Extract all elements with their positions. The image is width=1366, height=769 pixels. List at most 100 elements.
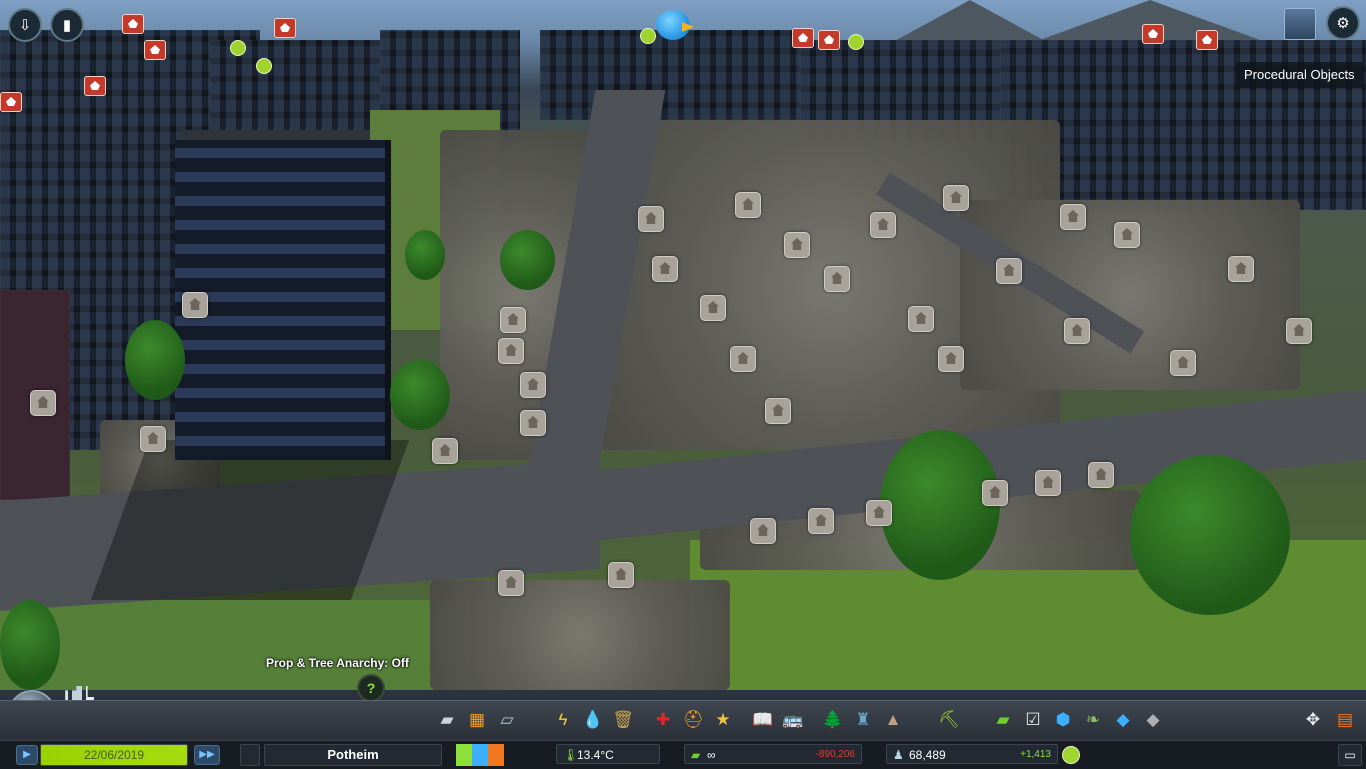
abandoned-building-icon[interactable] bbox=[608, 562, 634, 588]
abandoned-building-icon[interactable] bbox=[1228, 256, 1254, 282]
abandoned-building-icon[interactable] bbox=[432, 438, 458, 464]
tooltip: Procedural Objects bbox=[1236, 62, 1363, 88]
abandoned-building-icon[interactable] bbox=[870, 212, 896, 238]
fullscreen-icon[interactable]: ▭ bbox=[1338, 744, 1362, 766]
abandoned-building-icon[interactable] bbox=[730, 346, 756, 372]
abandoned-building-icon[interactable] bbox=[996, 258, 1022, 284]
landscaping-icon[interactable]: ⛏ bbox=[938, 709, 960, 731]
game-date: 22/06/2019 bbox=[40, 744, 188, 766]
alert-icon[interactable] bbox=[84, 76, 106, 96]
abandoned-building-icon[interactable] bbox=[520, 372, 546, 398]
abandoned-building-icon[interactable] bbox=[498, 338, 524, 364]
gear-icon[interactable]: ⚙ bbox=[1326, 6, 1360, 40]
abandoned-building-icon[interactable] bbox=[908, 306, 934, 332]
abandoned-building-icon[interactable] bbox=[982, 480, 1008, 506]
education-icon[interactable]: 📖 bbox=[752, 709, 774, 731]
chirper-bird-icon[interactable] bbox=[652, 6, 698, 44]
district-icon[interactable]: ▱ bbox=[496, 709, 518, 731]
tree bbox=[390, 360, 450, 430]
abandoned-building-icon[interactable] bbox=[700, 295, 726, 321]
abandoned-building-icon[interactable] bbox=[1170, 350, 1196, 376]
abandoned-building-icon[interactable] bbox=[784, 232, 810, 258]
status-bar: ▶ 22/06/2019 ▶▶ Potheim 🌡 13.4°C ▰ ∞ -89… bbox=[0, 740, 1366, 769]
abandoned-building-icon[interactable] bbox=[638, 206, 664, 232]
alert-icon[interactable] bbox=[1196, 30, 1218, 50]
abandoned-building-icon[interactable] bbox=[943, 185, 969, 211]
alert-icon[interactable] bbox=[274, 18, 296, 38]
abandoned-building-icon[interactable] bbox=[1114, 222, 1140, 248]
citizen-icon: ♟ bbox=[893, 748, 904, 762]
happy-face-icon[interactable] bbox=[1062, 746, 1080, 764]
abandoned-building-icon[interactable] bbox=[765, 398, 791, 424]
electricity-icon[interactable]: ϟ bbox=[552, 709, 574, 731]
abandoned-building-icon[interactable] bbox=[30, 390, 56, 416]
abandoned-building-icon[interactable] bbox=[500, 307, 526, 333]
tree bbox=[500, 230, 555, 290]
download-arrow-icon[interactable]: ⇩ bbox=[8, 8, 42, 42]
alert-icon[interactable] bbox=[144, 40, 166, 60]
abandoned-building-icon[interactable] bbox=[824, 266, 850, 292]
abandoned-building-icon[interactable] bbox=[652, 256, 678, 282]
speed-button[interactable]: ▶▶ bbox=[194, 745, 220, 765]
city-toggle-icon[interactable] bbox=[240, 744, 260, 766]
abandoned-building-icon[interactable] bbox=[1286, 318, 1312, 344]
public-transport-icon[interactable]: 🚌 bbox=[782, 709, 804, 731]
abandoned-building-icon[interactable] bbox=[1035, 470, 1061, 496]
city-name[interactable]: Potheim bbox=[264, 744, 442, 766]
info-bar-demand-industrial[interactable] bbox=[488, 744, 504, 766]
population-display[interactable]: ♟ 68,489 +1,413 bbox=[886, 744, 1058, 764]
tree bbox=[125, 320, 185, 400]
water-icon[interactable]: 💧 bbox=[582, 709, 604, 731]
terrain-icon[interactable]: ◆ bbox=[1142, 709, 1164, 731]
park-grass bbox=[0, 600, 470, 690]
money-icon: ▰ bbox=[691, 748, 701, 762]
happy-citizen-icon[interactable] bbox=[848, 34, 864, 50]
healthcare-icon[interactable]: ✚ bbox=[652, 709, 674, 731]
abandoned-building-icon[interactable] bbox=[498, 570, 524, 596]
info-bar-demand-commercial[interactable] bbox=[472, 744, 488, 766]
abandoned-building-icon[interactable] bbox=[182, 292, 208, 318]
abandoned-building-icon[interactable] bbox=[750, 518, 776, 544]
monuments-icon[interactable]: ▲ bbox=[882, 709, 904, 731]
garbage-icon[interactable]: 🗑 bbox=[612, 709, 634, 731]
decoration-icon[interactable]: ❧ bbox=[1082, 709, 1104, 731]
fire-department-icon[interactable]: ⛑ bbox=[682, 709, 704, 731]
move-it-icon[interactable]: ✥ bbox=[1302, 709, 1324, 731]
alert-icon[interactable] bbox=[818, 30, 840, 50]
police-icon[interactable]: ★ bbox=[712, 709, 734, 731]
policies-icon[interactable]: ☑ bbox=[1022, 709, 1044, 731]
unique-buildings-icon[interactable]: ♜ bbox=[852, 709, 874, 731]
population-change: +1,413 bbox=[1020, 749, 1051, 760]
building-toggle-icon[interactable]: ▮ bbox=[50, 8, 84, 42]
alert-icon[interactable] bbox=[792, 28, 814, 48]
money-change: -890,206 bbox=[815, 749, 855, 760]
alert-icon[interactable] bbox=[0, 92, 22, 112]
abandoned-building-icon[interactable] bbox=[938, 346, 964, 372]
abandoned-building-icon[interactable] bbox=[140, 426, 166, 452]
anarchy-help-button[interactable]: ? bbox=[357, 674, 385, 702]
play-button[interactable]: ▶ bbox=[16, 745, 38, 765]
alert-icon[interactable] bbox=[1142, 24, 1164, 44]
happy-citizen-icon[interactable] bbox=[256, 58, 272, 74]
zoning-icon[interactable]: ▦ bbox=[466, 709, 488, 731]
abandoned-building-icon[interactable] bbox=[808, 508, 834, 534]
info-bar-demand-residential[interactable] bbox=[456, 744, 472, 766]
game-viewport[interactable] bbox=[0, 0, 1366, 690]
happy-citizen-icon[interactable] bbox=[230, 40, 246, 56]
abandoned-building-icon[interactable] bbox=[866, 500, 892, 526]
city-skyline-logo-icon[interactable] bbox=[1284, 8, 1316, 40]
abandoned-building-icon[interactable] bbox=[1088, 462, 1114, 488]
rubble-field bbox=[430, 580, 730, 690]
money-display[interactable]: ▰ ∞ -890,206 bbox=[684, 744, 862, 764]
areas-icon[interactable]: ⬢ bbox=[1052, 709, 1074, 731]
road-tool-icon[interactable]: ▰ bbox=[436, 709, 458, 731]
money-icon[interactable]: ▰ bbox=[992, 709, 1014, 731]
asset-editor-icon[interactable]: ▤ bbox=[1334, 709, 1356, 731]
parks-icon[interactable]: 🌲 bbox=[822, 709, 844, 731]
abandoned-building-icon[interactable] bbox=[735, 192, 761, 218]
abandoned-building-icon[interactable] bbox=[1064, 318, 1090, 344]
abandoned-building-icon[interactable] bbox=[520, 410, 546, 436]
water-layer-icon[interactable]: ◆ bbox=[1112, 709, 1134, 731]
alert-icon[interactable] bbox=[122, 14, 144, 34]
abandoned-building-icon[interactable] bbox=[1060, 204, 1086, 230]
